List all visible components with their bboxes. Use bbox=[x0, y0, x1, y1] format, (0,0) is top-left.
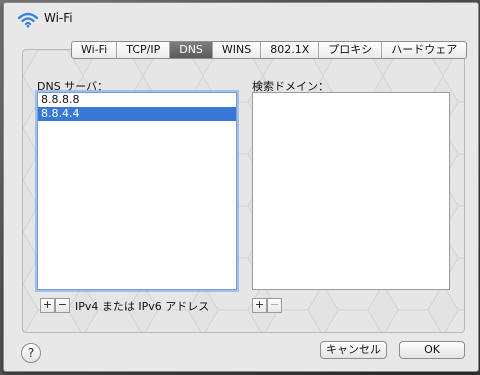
dns-panel: DNS サーバ： 8.8.8.8 8.8.4.4 + − IPv4 または IP… bbox=[22, 49, 465, 333]
tab-hardware[interactable]: ハードウェア bbox=[382, 42, 466, 58]
add-search-domain-button[interactable]: + bbox=[252, 298, 267, 313]
tab-dns[interactable]: DNS bbox=[170, 42, 213, 58]
help-button[interactable]: ? bbox=[21, 343, 41, 363]
dialog-header: Wi-Fi bbox=[4, 3, 478, 29]
dns-server-item-selected[interactable]: 8.8.4.4 bbox=[38, 107, 236, 121]
ok-button[interactable]: OK bbox=[399, 341, 465, 359]
add-dns-server-button[interactable]: + bbox=[40, 298, 55, 313]
tab-proxy[interactable]: プロキシ bbox=[319, 42, 383, 58]
dns-server-item[interactable]: 8.8.8.8 bbox=[38, 93, 236, 107]
wifi-icon bbox=[18, 12, 38, 28]
network-dialog: Wi-Fi Wi-Fi TCP/IP DNS WINS 802.1X プロキシ … bbox=[3, 2, 479, 372]
tab-wifi[interactable]: Wi-Fi bbox=[72, 42, 118, 58]
dns-server-list[interactable]: 8.8.8.8 8.8.4.4 bbox=[37, 92, 237, 290]
remove-search-domain-button[interactable]: − bbox=[267, 298, 282, 313]
cancel-button[interactable]: キャンセル bbox=[320, 341, 387, 359]
remove-dns-server-button[interactable]: − bbox=[55, 298, 70, 313]
tab-8021x[interactable]: 802.1X bbox=[261, 42, 320, 58]
tab-tcpip[interactable]: TCP/IP bbox=[117, 42, 171, 58]
dns-address-hint: IPv4 または IPv6 アドレス bbox=[75, 300, 210, 313]
tab-wins[interactable]: WINS bbox=[213, 42, 262, 58]
settings-tabs: Wi-Fi TCP/IP DNS WINS 802.1X プロキシ ハードウェア bbox=[71, 41, 468, 59]
window-title: Wi-Fi bbox=[44, 11, 73, 25]
search-domain-list[interactable] bbox=[252, 92, 450, 290]
